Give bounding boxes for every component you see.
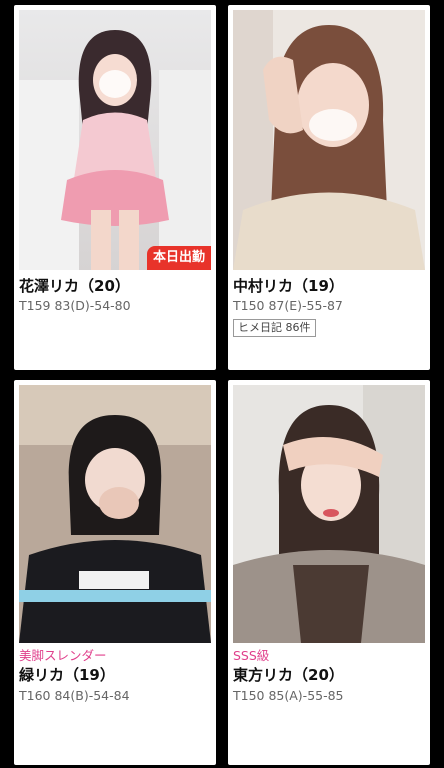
profile-tag: SSS級 xyxy=(233,648,270,663)
profile-card[interactable]: 美脚スレンダー 緑リカ（19） T160 84(B)-54-84 xyxy=(14,380,216,765)
profile-card[interactable]: SSS級 東方リカ（20） T150 85(A)-55-85 xyxy=(228,380,430,765)
profile-card[interactable]: 本日出勤 花澤リカ（20） T159 83(D)-54-80 xyxy=(14,5,216,370)
profile-tag: 美脚スレンダー xyxy=(19,648,107,663)
profile-photo-image xyxy=(233,385,425,643)
profile-photo-image xyxy=(233,10,425,270)
profile-name[interactable]: 緑リカ（19） xyxy=(19,665,115,685)
profile-photo[interactable]: 本日出勤 xyxy=(19,10,211,270)
profile-photo[interactable] xyxy=(19,385,211,643)
profile-photo[interactable] xyxy=(233,10,425,270)
profile-card[interactable]: 中村リカ（19） T150 87(E)-55-87 ヒメ日記 86件 xyxy=(228,5,430,370)
profile-stats: T150 85(A)-55-85 xyxy=(233,688,344,703)
diary-count-badge[interactable]: ヒメ日記 86件 xyxy=(233,319,316,337)
profile-photo-image xyxy=(19,10,211,270)
profile-grid: 本日出勤 花澤リカ（20） T159 83(D)-54-80 中村リカ（19） … xyxy=(0,0,444,768)
profile-name[interactable]: 東方リカ（20） xyxy=(233,665,344,685)
profile-name[interactable]: 中村リカ（19） xyxy=(233,276,344,296)
profile-name[interactable]: 花澤リカ（20） xyxy=(19,276,130,296)
profile-photo-image xyxy=(19,385,211,643)
profile-stats: T150 87(E)-55-87 xyxy=(233,298,343,313)
profile-stats: T159 83(D)-54-80 xyxy=(19,298,131,313)
profile-stats: T160 84(B)-54-84 xyxy=(19,688,130,703)
working-today-badge: 本日出勤 xyxy=(146,246,211,270)
profile-photo[interactable] xyxy=(233,385,425,643)
